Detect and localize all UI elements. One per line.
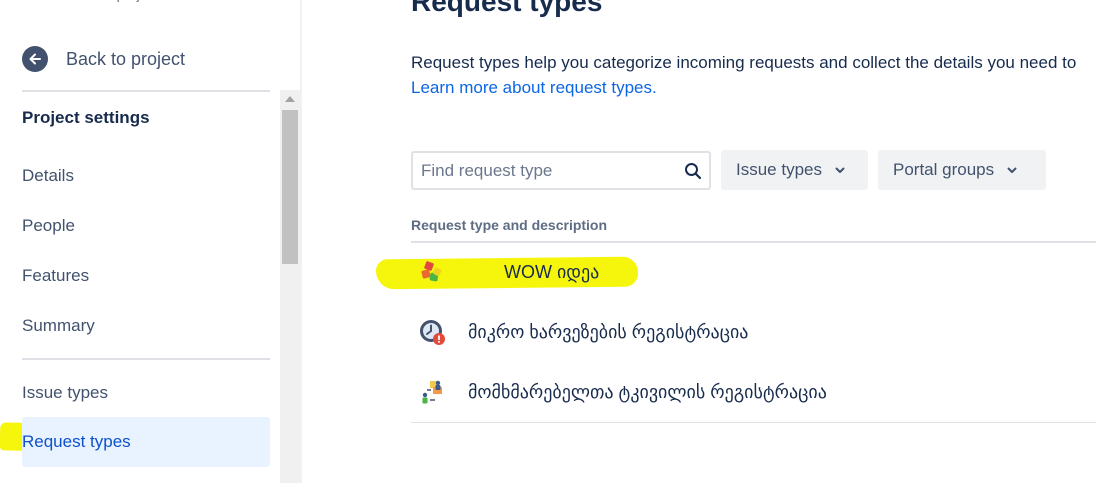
table-column-header: Request type and description	[411, 217, 608, 233]
clock-alert-icon	[417, 317, 447, 347]
sidebar-item-label: Details	[22, 166, 74, 185]
portal-groups-filter-button[interactable]: Portal groups	[878, 150, 1046, 190]
back-to-project-label: Back to project	[66, 48, 186, 69]
back-to-project-link[interactable]: Back to project	[22, 44, 185, 74]
page-title: Request types	[411, 0, 603, 17]
sidebar-scrollbar[interactable]	[280, 90, 300, 483]
sidebar-divider	[22, 358, 270, 360]
sidebar-item-details[interactable]: Details	[22, 156, 270, 196]
project-settings-heading: Project settings	[22, 108, 150, 127]
sidebar-item-label: People	[22, 216, 75, 235]
search-icon[interactable]	[683, 161, 703, 181]
table-row[interactable]: WOW იდეა	[411, 246, 1096, 298]
table-row[interactable]: მიკრო ხარვეზების რეგისტრაცია	[411, 306, 1096, 358]
people-exchange-icon	[417, 377, 447, 407]
table-row[interactable]: მომხმარებელთა ტკივილის რეგისტრაცია	[411, 366, 1096, 418]
scrollbar-thumb[interactable]	[282, 110, 298, 264]
sidebar-item-label: Issue types	[22, 383, 108, 402]
table-bottom-divider	[411, 422, 1096, 423]
search-field[interactable]	[411, 151, 711, 190]
issue-types-filter-button[interactable]: Issue types	[721, 150, 868, 190]
sidebar-item-features[interactable]: Features	[22, 256, 270, 296]
project-type-label: Service project	[66, 0, 159, 2]
request-type-name: WOW იდეა	[504, 261, 600, 282]
portal-groups-filter-label: Portal groups	[893, 160, 995, 179]
request-type-name: მიკრო ხარვეზების რეგისტრაცია	[468, 321, 749, 342]
sidebar-item-summary[interactable]: Summary	[22, 306, 270, 346]
sidebar-item-people[interactable]: People	[22, 206, 270, 246]
sidebar: Service project Back to project Project …	[0, 0, 302, 483]
page-description: Request types help you categorize incomi…	[411, 53, 1077, 72]
chevron-down-icon	[1007, 167, 1017, 173]
issue-types-filter-label: Issue types	[736, 160, 822, 179]
learn-more-link[interactable]: Learn more about request types.	[411, 78, 657, 98]
sidebar-item-label: Features	[22, 266, 90, 285]
arrow-left-icon	[22, 46, 48, 72]
chevron-down-icon	[835, 167, 845, 173]
request-type-name: მომხმარებელთა ტკივილის რეგისტრაცია	[468, 381, 827, 402]
sidebar-divider	[22, 90, 270, 92]
scroll-up-arrow-icon[interactable]	[285, 96, 295, 102]
sidebar-item-label: Request types	[22, 432, 131, 451]
puzzle-icon	[417, 257, 447, 287]
sidebar-item-request-types[interactable]: Request types	[22, 417, 270, 467]
table-header-divider	[411, 241, 1096, 243]
sidebar-item-issue-types[interactable]: Issue types	[22, 373, 270, 413]
search-input[interactable]	[413, 160, 673, 181]
sidebar-item-label: Summary	[22, 316, 95, 335]
